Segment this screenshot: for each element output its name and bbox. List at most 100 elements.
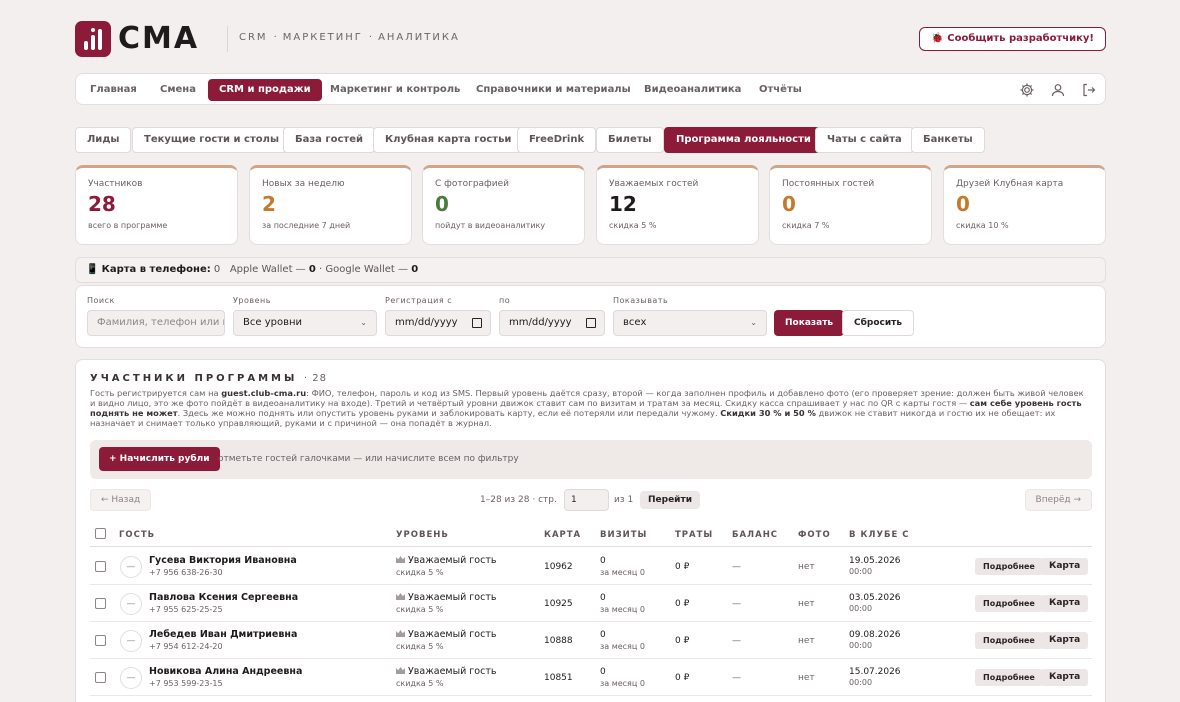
reg-from-label: Регистрация с (385, 296, 453, 305)
gear-icon[interactable] (1019, 82, 1035, 98)
details-button[interactable]: Подробнее (975, 632, 1043, 649)
tab-site-chats[interactable]: Чаты с сайта (815, 127, 914, 153)
col-card[interactable]: КАРТА (544, 530, 581, 540)
mainnav-item-references[interactable]: Справочники и материалы (465, 79, 642, 101)
member-since-time: 00:00 (849, 567, 873, 576)
member-since-date: 15.07.2026 (849, 667, 901, 677)
next-page-button[interactable]: Вперёд → (1024, 489, 1092, 511)
show-select[interactable]: всех ⌄ (613, 310, 767, 336)
page-input[interactable]: 1 (564, 489, 609, 511)
col-spend[interactable]: ТРАТЫ (675, 530, 713, 540)
member-since-date: 19.05.2026 (849, 556, 901, 566)
stat-label: Участников (88, 179, 143, 189)
spend-amount: 0 ₽ (675, 599, 690, 609)
balance-value: — (732, 562, 741, 572)
logout-icon[interactable] (1081, 82, 1097, 98)
desc-emphasis: Скидки 30 % и 50 % (720, 408, 816, 418)
header-nav-separator: · (273, 32, 277, 43)
tab-banquets[interactable]: Банкеты (911, 127, 985, 153)
apple-wallet-count: 0 (308, 264, 316, 275)
spend-amount: 0 ₽ (675, 636, 690, 646)
card-button[interactable]: Карта (1041, 632, 1089, 649)
mainnav-item-home[interactable]: Главная (79, 79, 148, 101)
details-button[interactable]: Подробнее (975, 595, 1043, 612)
balance-value: — (732, 599, 741, 609)
brand-name: CMA (118, 21, 200, 56)
col-photo[interactable]: ФОТО (798, 530, 831, 540)
reset-button[interactable]: Сбросить (842, 310, 915, 336)
table-row[interactable]: — Гусева Виктория Ивановна +7 956 638-26-3… (90, 548, 1092, 585)
search-label: Поиск (87, 296, 115, 305)
col-level[interactable]: УРОВЕНЬ (396, 530, 449, 540)
go-page-button[interactable]: Перейти (640, 491, 701, 509)
row-checkbox[interactable] (95, 672, 106, 683)
card-button[interactable]: Карта (1041, 669, 1089, 686)
guest-name[interactable]: Павлова Ксения Сергеевна (149, 592, 298, 603)
crown-icon (396, 666, 405, 674)
tab-tickets[interactable]: Билеты (596, 127, 664, 153)
guest-discount: скидка 5 % (396, 642, 444, 651)
tab-club-card[interactable]: Клубная карта гостьи (373, 127, 524, 153)
select-all-checkbox[interactable] (95, 528, 106, 539)
show-button[interactable]: Показать (774, 310, 845, 336)
avatar: — (120, 556, 142, 578)
guest-name[interactable]: Новикова Алина Андреевна (149, 666, 302, 677)
member-since-date: 09.08.2026 (849, 630, 901, 640)
member-since-time: 00:00 (849, 641, 873, 650)
row-checkbox[interactable] (95, 561, 106, 572)
calendar-icon[interactable] (472, 318, 482, 328)
table-row[interactable]: — Лебедев Иван Дмитриевна +7 954 612-24-20… (90, 622, 1092, 659)
row-checkbox[interactable] (95, 635, 106, 646)
add-rubles-button[interactable]: + Начислить рубли (99, 447, 220, 471)
tab-current-guests[interactable]: Текущие гости и столы (132, 127, 291, 153)
user-icon[interactable] (1050, 82, 1066, 98)
table-row[interactable]: — Павлова Ксения Сергеевна +7 955 625-25-2… (90, 585, 1092, 622)
header-nav-crm[interactable]: CRM (239, 32, 268, 43)
col-member-since[interactable]: В КЛУБЕ С (849, 530, 909, 540)
card-button[interactable]: Карта (1041, 558, 1089, 575)
guest-name[interactable]: Гусева Виктория Ивановна (149, 555, 297, 566)
guest-discount: скидка 5 % (396, 568, 444, 577)
pagination: ← Назад 1–28 из 28 · стр. 1 из 1 Перейти… (90, 489, 1092, 513)
guest-name[interactable]: Лебедев Иван Дмитриевна (149, 629, 297, 640)
photo-status: нет (798, 673, 815, 683)
mainnav-item-video-analytics[interactable]: Видеоаналитика (633, 79, 752, 101)
wallet-total: 0 (213, 264, 221, 275)
details-button[interactable]: Подробнее (975, 669, 1043, 686)
row-checkbox[interactable] (95, 598, 106, 609)
header-nav-marketing[interactable]: МАРКЕТИНГ (283, 32, 363, 43)
stat-value: 0 (782, 192, 796, 216)
tab-guest-base[interactable]: База гостей (283, 127, 376, 153)
table-row[interactable]: — Новикова Алина Андреевна +7 953 599-23-1… (90, 659, 1092, 696)
reg-from-date[interactable]: mm/dd/yyyy (385, 310, 491, 336)
reg-to-date[interactable]: mm/dd/yyyy (499, 310, 605, 336)
calendar-icon[interactable] (586, 318, 596, 328)
header-nav-analytics[interactable]: АНАЛИТИКА (378, 32, 460, 43)
mainnav-item-shift[interactable]: Смена (149, 79, 207, 101)
col-balance[interactable]: БАЛАНС (732, 530, 778, 540)
card-button[interactable]: Карта (1041, 595, 1089, 612)
guest-discount: скидка 5 % (396, 605, 444, 614)
bulk-hint: отметьте гостей галочками — или начислит… (218, 454, 519, 464)
mainnav-item-crm-sales[interactable]: CRM и продажи (208, 79, 322, 101)
page-total: из 1 (614, 495, 634, 505)
logo-icon[interactable] (75, 21, 111, 57)
level-select[interactable]: Все уровни ⌄ (233, 310, 377, 336)
search-input[interactable]: Фамилия, телефон или номер карты (87, 310, 225, 336)
mainnav-item-reports[interactable]: Отчёты (748, 79, 813, 101)
prev-page-button[interactable]: ← Назад (90, 489, 152, 511)
stat-label: Постоянных гостей (782, 179, 875, 189)
details-button[interactable]: Подробнее (975, 558, 1043, 575)
guest-level-name: Уважаемый гость (408, 666, 497, 677)
col-visits[interactable]: ВИЗИТЫ (600, 530, 647, 540)
col-guest[interactable]: ГОСТЬ (119, 530, 155, 540)
show-select-value: всех (623, 317, 647, 328)
tab-freedrink[interactable]: FreeDrink (517, 127, 597, 153)
mainnav-item-marketing-control[interactable]: Маркетинг и контроль (319, 79, 471, 101)
stat-card-with-photo: С фотографией 0 пойдут в видеоаналитику (422, 165, 585, 245)
guest-level-name: Уважаемый гость (408, 592, 497, 603)
tab-leads[interactable]: Лиды (75, 127, 132, 153)
tab-loyalty-program[interactable]: Программа лояльности (664, 127, 823, 153)
report-bug-button[interactable]: 🐞 Сообщить разработчику! (919, 27, 1106, 51)
members-title-text: УЧАСТНИКИ ПРОГРАММЫ (90, 373, 298, 384)
